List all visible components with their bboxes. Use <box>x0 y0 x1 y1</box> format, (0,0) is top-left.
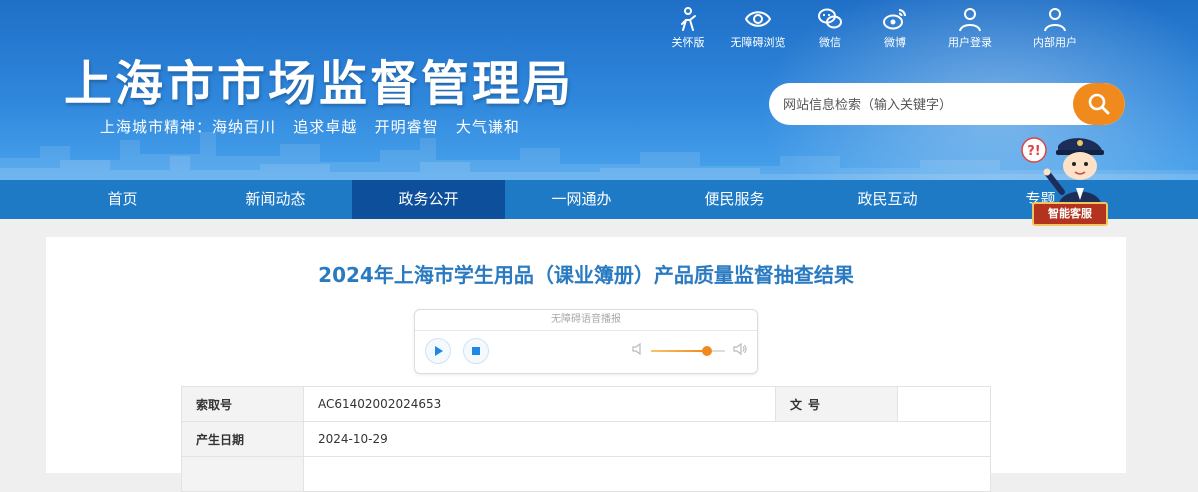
nav-item-one-stop-service[interactable]: 一网通办 <box>505 180 658 219</box>
index-number-label: 索取号 <box>181 386 304 422</box>
document-metadata-table: 索取号 AC61402002024653 文号 产生日期 2024-10-29 <box>181 386 991 492</box>
svg-text:?!: ?! <box>1027 144 1040 159</box>
wechat-icon <box>818 8 842 29</box>
nav-item-news[interactable]: 新闻动态 <box>199 180 352 219</box>
table-row: 产生日期 2024-10-29 <box>181 421 991 457</box>
player-title: 无障碍语音播报 <box>415 310 757 331</box>
nav-item-interaction[interactable]: 政民互动 <box>811 180 964 219</box>
play-button[interactable] <box>425 338 451 364</box>
volume-high-icon <box>733 342 747 356</box>
created-date-label: 产生日期 <box>181 421 304 457</box>
site-search <box>769 83 1125 125</box>
top-toolbar: 关怀版 无障碍浏览 微信 微博 用户登录 内部用户 <box>660 6 1100 50</box>
smart-assistant-button[interactable]: ?! 智能客服 <box>1018 130 1108 226</box>
nav-item-government-affairs[interactable]: 政务公开 <box>352 180 505 219</box>
volume-slider[interactable] <box>651 346 725 356</box>
eye-icon <box>745 11 771 27</box>
volume-level-fill <box>651 350 707 352</box>
assistant-label: 智能客服 <box>1032 202 1108 226</box>
article-container: 2024年上海市学生用品（课业簿册）产品质量监督抽查结果 无障碍语音播报 索取号 <box>46 237 1126 492</box>
care-mode-label: 关怀版 <box>671 36 705 49</box>
article-title: 2024年上海市学生用品（课业簿册）产品质量监督抽查结果 <box>318 263 854 287</box>
elderly-care-icon <box>681 7 696 31</box>
search-button[interactable] <box>1073 83 1125 125</box>
care-mode-button[interactable]: 关怀版 <box>660 6 716 50</box>
search-input[interactable] <box>769 83 1075 125</box>
weibo-icon <box>883 9 906 30</box>
voice-broadcast-player: 无障碍语音播报 <box>414 309 758 374</box>
internal-user-label: 内部用户 <box>1033 36 1077 49</box>
city-spirit-motto: 上海城市精神：海纳百川 追求卓越 开明睿智 大气谦和 <box>100 118 520 136</box>
search-icon <box>1088 93 1110 115</box>
empty-value-cell <box>303 456 991 492</box>
nav-item-home[interactable]: 首页 <box>46 180 199 219</box>
stop-icon <box>472 347 480 355</box>
stop-button[interactable] <box>463 338 489 364</box>
table-row: 索取号 AC61402002024653 文号 <box>181 386 991 422</box>
volume-low-icon <box>632 342 641 356</box>
document-number-label: 文号 <box>775 386 898 422</box>
user-icon <box>959 8 981 32</box>
nav-item-public-service[interactable]: 便民服务 <box>658 180 811 219</box>
weibo-label: 微博 <box>884 36 906 49</box>
table-row <box>181 456 991 492</box>
empty-label-cell <box>181 456 304 492</box>
volume-slider-handle[interactable] <box>701 346 712 356</box>
user-login-label: 用户登录 <box>948 36 992 49</box>
accessibility-button[interactable]: 无障碍浏览 <box>716 6 800 50</box>
document-number-value <box>897 386 991 422</box>
accessibility-label: 无障碍浏览 <box>730 36 786 49</box>
wechat-button[interactable]: 微信 <box>800 6 860 50</box>
user-login-button[interactable]: 用户登录 <box>930 6 1010 50</box>
internal-user-button[interactable]: 内部用户 <box>1010 6 1100 50</box>
wechat-label: 微信 <box>819 36 841 49</box>
index-number-value: AC61402002024653 <box>303 386 776 422</box>
user-icon <box>1044 8 1066 32</box>
play-icon <box>435 346 443 356</box>
site-title: 上海市市场监督管理局 <box>64 56 575 112</box>
assistant-mascot-icon: ?! <box>1021 137 1104 208</box>
created-date-value: 2024-10-29 <box>303 421 991 457</box>
weibo-button[interactable]: 微博 <box>860 6 930 50</box>
